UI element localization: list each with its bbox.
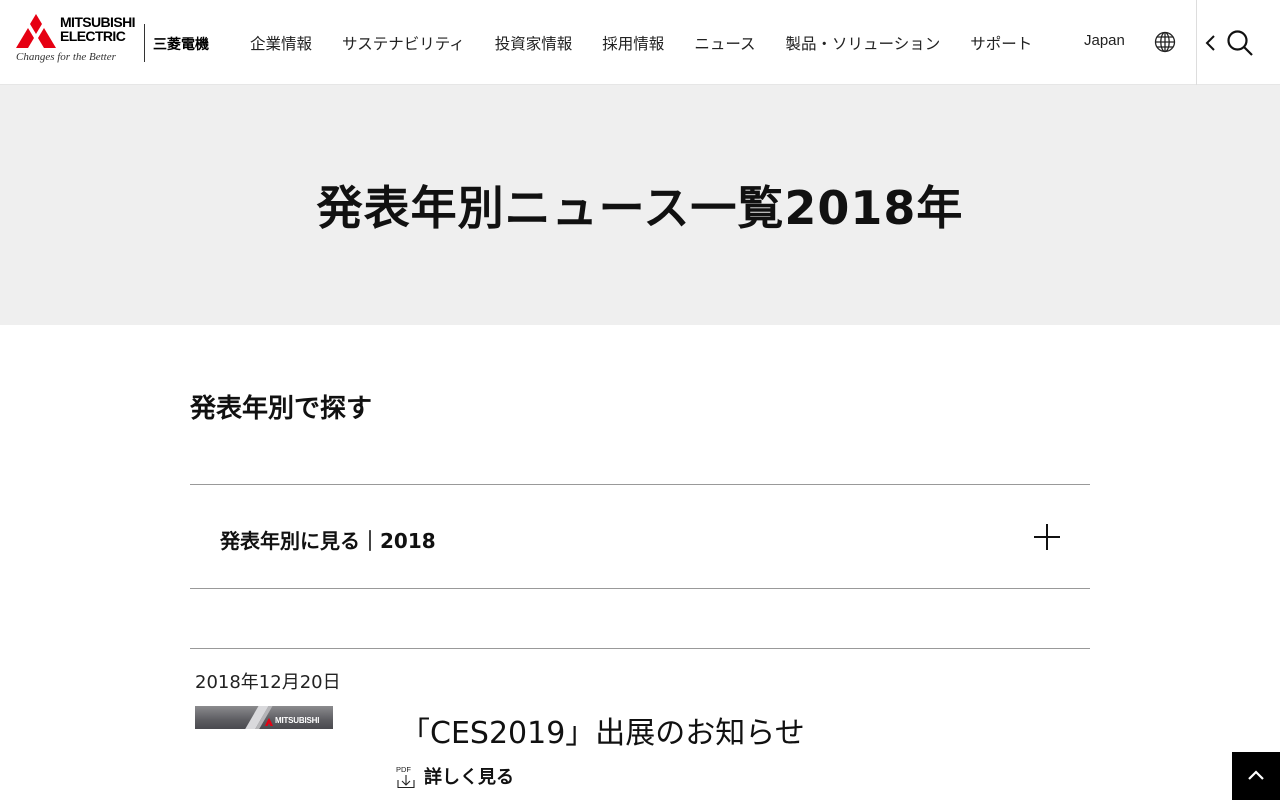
brand-tagline: Changes for the Better	[16, 51, 116, 63]
news-divider	[190, 648, 1090, 649]
nav-item-corporate[interactable]: 企業情報	[250, 32, 312, 54]
plus-icon[interactable]	[1033, 523, 1061, 551]
news-title-link[interactable]: 「CES2019」出展のお知らせ	[400, 708, 805, 752]
page-hero: 発表年別ニュース一覧2018年	[0, 85, 1280, 325]
globe-icon[interactable]	[1154, 31, 1176, 53]
header-divider	[1196, 0, 1197, 85]
news-thumbnail[interactable]: MITSUBISHI	[195, 706, 333, 729]
company-logo[interactable]: MITSUBISHI ELECTRIC Changes for the Bett…	[16, 14, 216, 64]
nav-item-products[interactable]: 製品・ソリューション	[786, 32, 941, 54]
region-selector[interactable]: Japan	[1084, 32, 1125, 49]
nav-item-careers[interactable]: 採用情報	[602, 32, 664, 54]
chevron-left-icon[interactable]	[1204, 33, 1218, 53]
logo-divider	[144, 24, 145, 62]
global-nav: 企業情報 サステナビリティ 投資家情報 採用情報 ニュース 製品・ソリューション…	[250, 0, 1032, 85]
accordion-label: 発表年別に見る｜2018	[220, 529, 436, 553]
nav-item-news[interactable]: ニュース	[694, 32, 755, 54]
nav-item-sustainability[interactable]: サステナビリティ	[342, 32, 465, 54]
search-icon[interactable]	[1226, 29, 1254, 57]
thumbnail-logo-icon	[265, 718, 273, 726]
brand-name: MITSUBISHI ELECTRIC	[60, 14, 135, 44]
pdf-download-icon: PDF	[396, 765, 415, 789]
brand-name-jp: 三菱電機	[153, 37, 209, 53]
three-diamonds-logo-icon	[16, 14, 56, 48]
chevron-up-icon	[1248, 770, 1264, 780]
nav-item-support[interactable]: サポート	[970, 32, 1032, 54]
nav-item-investors[interactable]: 投資家情報	[495, 32, 573, 54]
site-header: MITSUBISHI ELECTRIC Changes for the Bett…	[0, 0, 1280, 85]
pdf-label: PDF	[396, 765, 411, 774]
year-filter-accordion[interactable]: 発表年別に見る｜2018	[190, 484, 1090, 589]
read-more-link[interactable]: 詳しく見る	[424, 763, 514, 789]
news-date: 2018年12月20日	[195, 672, 341, 693]
thumbnail-text: MITSUBISHI	[275, 716, 320, 725]
section-heading: 発表年別で探す	[190, 394, 373, 424]
back-to-top-button[interactable]	[1232, 752, 1280, 800]
page-title: 発表年別ニュース一覧2018年	[316, 181, 964, 235]
